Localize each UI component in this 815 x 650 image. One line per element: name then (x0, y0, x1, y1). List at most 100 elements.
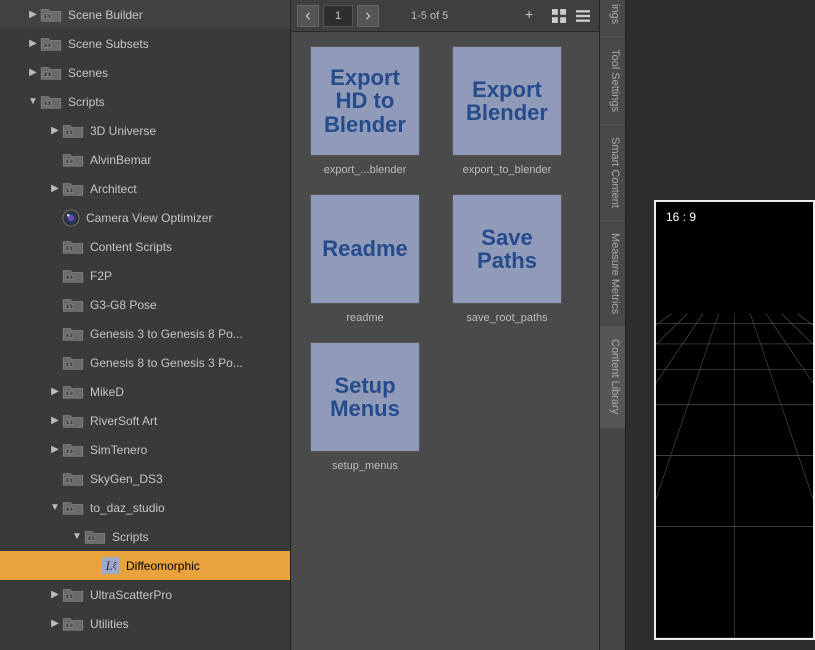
page-number-input[interactable] (323, 5, 353, 27)
folder-icon: s (62, 297, 84, 313)
thumbnail-preview[interactable]: Readme (310, 194, 420, 304)
tree-item[interactable]: ▶sUltraScatterPro (0, 580, 290, 609)
thumbnail-label: save_root_paths (466, 312, 547, 324)
tree-item[interactable]: ▶sArchitect (0, 174, 290, 203)
disclosure-arrow-icon[interactable]: ▼ (70, 531, 84, 542)
disclosure-arrow-icon[interactable]: ▶ (48, 241, 62, 252)
side-tab[interactable]: Smart Content (600, 125, 625, 221)
tree-item-label: Diffeomorphic (126, 559, 200, 573)
side-tab[interactable]: Content Library (600, 327, 625, 427)
disclosure-arrow-icon[interactable]: ▶ (48, 357, 62, 368)
prev-page-button[interactable] (297, 5, 319, 27)
tree-item-label: Utilities (90, 617, 129, 631)
folder-icon: s (62, 616, 84, 632)
tree-item[interactable]: ▶sAlvinBemar (0, 145, 290, 174)
tree-item-label: Scripts (68, 95, 105, 109)
disclosure-arrow-icon[interactable]: ▼ (26, 96, 40, 107)
thumbnail[interactable]: Export Blender export_to_blender (447, 46, 567, 176)
folder-icon: s (62, 123, 84, 139)
tree-item[interactable]: ▶sSimTenero (0, 435, 290, 464)
tree-item-label: SkyGen_DS3 (90, 472, 163, 486)
thumbnail-label: setup_menus (332, 460, 398, 472)
tree-item[interactable]: ▼sScripts (0, 87, 290, 116)
tree-item[interactable]: ▶sRiverSoft Art (0, 406, 290, 435)
thumbnail-label: export_to_blender (463, 164, 552, 176)
disclosure-arrow-icon[interactable]: ▶ (48, 299, 62, 310)
aspect-ratio-label: 16 : 9 (666, 210, 696, 224)
side-tab[interactable]: ings (600, 0, 625, 37)
thumbnail[interactable]: Setup Menus setup_menus (305, 342, 425, 472)
disclosure-arrow-icon[interactable]: ▶ (48, 386, 62, 397)
content-toolbar: 1-5 of 5 + (291, 0, 599, 32)
viewport[interactable]: 16 : 9 (654, 200, 815, 640)
thumbnail-label: readme (346, 312, 383, 324)
side-tabs: ingsTool SettingsSmart ContentMeasure Me… (600, 0, 626, 650)
tree-item[interactable]: ▶ Camera View Optimizer (0, 203, 290, 232)
tree-item-label: 3D Universe (90, 124, 156, 138)
disclosure-arrow-icon[interactable]: ▶ (26, 67, 40, 78)
tree-item-label: Camera View Optimizer (86, 211, 212, 225)
tree-item-label: RiverSoft Art (90, 414, 157, 428)
thumbnail-label: export_...blender (324, 164, 407, 176)
folder-icon: s (62, 355, 84, 371)
thumbnail[interactable]: Save Paths save_root_paths (447, 194, 567, 324)
folder-icon: s (62, 500, 84, 516)
disclosure-arrow-icon[interactable]: ▶ (48, 444, 62, 455)
disclosure-arrow-icon[interactable]: ▶ (88, 560, 102, 571)
folder-icon: s (62, 268, 84, 284)
disclosure-arrow-icon[interactable]: ▶ (26, 38, 40, 49)
zoom-in-icon[interactable]: + (525, 6, 545, 26)
tree-item[interactable]: ▶sScene Builder (0, 0, 290, 29)
tree-item[interactable]: ▼s to_daz_studio (0, 493, 290, 522)
thumbnail[interactable]: Export HD to Blender export_...blender (305, 46, 425, 176)
tree-item[interactable]: ▶s Genesis 8 to Genesis 3 Po... (0, 348, 290, 377)
disclosure-arrow-icon[interactable]: ▶ (48, 473, 62, 484)
disclosure-arrow-icon[interactable]: ▶ (48, 589, 62, 600)
folder-icon: s (62, 152, 84, 168)
disclosure-arrow-icon[interactable]: ▼ (48, 502, 62, 513)
tree-item[interactable]: ▶s 3D Universe (0, 116, 290, 145)
grid-view-icon[interactable] (549, 6, 569, 26)
folder-tree[interactable]: ▶sScene Builder▶sScene Subsets▶sScenes▼s… (0, 0, 290, 650)
tree-item[interactable]: ▶sMikeD (0, 377, 290, 406)
tree-item[interactable]: ▶sContent Scripts (0, 232, 290, 261)
disclosure-arrow-icon[interactable]: ▶ (48, 125, 62, 136)
tree-item[interactable]: ▶sScenes (0, 58, 290, 87)
tree-item-label: Content Scripts (90, 240, 172, 254)
disclosure-arrow-icon[interactable]: ▶ (48, 415, 62, 426)
folder-icon: s (62, 442, 84, 458)
diffeomorphic-icon: Lξ (102, 557, 120, 574)
disclosure-arrow-icon[interactable]: ▶ (48, 212, 62, 223)
tree-item[interactable]: ▶sSkyGen_DS3 (0, 464, 290, 493)
tree-item-label: Scripts (112, 530, 149, 544)
folder-icon: s (62, 587, 84, 603)
thumbnail-preview[interactable]: Export HD to Blender (310, 46, 420, 156)
tree-item[interactable]: ▶sScene Subsets (0, 29, 290, 58)
disclosure-arrow-icon[interactable]: ▶ (48, 328, 62, 339)
disclosure-arrow-icon[interactable]: ▶ (26, 9, 40, 20)
tree-item-label: to_daz_studio (90, 501, 165, 515)
folder-icon: s (84, 529, 106, 545)
thumbnail-preview[interactable]: Export Blender (452, 46, 562, 156)
tree-item-label: Scene Builder (68, 8, 143, 22)
tree-item-label: Genesis 8 to Genesis 3 Po... (90, 356, 243, 370)
thumbnail[interactable]: Readme readme (305, 194, 425, 324)
list-view-icon[interactable] (573, 6, 593, 26)
thumbnail-preview[interactable]: Save Paths (452, 194, 562, 304)
disclosure-arrow-icon[interactable]: ▶ (48, 154, 62, 165)
tree-item[interactable]: ▶sF2P (0, 261, 290, 290)
disclosure-arrow-icon[interactable]: ▶ (48, 618, 62, 629)
tree-item[interactable]: ▼s Scripts (0, 522, 290, 551)
tree-item[interactable]: ▶s Utilities (0, 609, 290, 638)
next-page-button[interactable] (357, 5, 379, 27)
side-tab[interactable]: Measure Metrics (600, 221, 625, 327)
tree-item[interactable]: ▶sG3-G8 Pose (0, 290, 290, 319)
tree-item[interactable]: ▶sGenesis 3 to Genesis 8 Po... (0, 319, 290, 348)
disclosure-arrow-icon[interactable]: ▶ (48, 183, 62, 194)
thumbnail-preview[interactable]: Setup Menus (310, 342, 420, 452)
side-tab[interactable]: Tool Settings (600, 37, 625, 125)
disclosure-arrow-icon[interactable]: ▶ (48, 270, 62, 281)
tree-item-label: Scenes (68, 66, 108, 80)
tree-item-label: MikeD (90, 385, 124, 399)
tree-item[interactable]: ▶Lξ Diffeomorphic (0, 551, 290, 580)
